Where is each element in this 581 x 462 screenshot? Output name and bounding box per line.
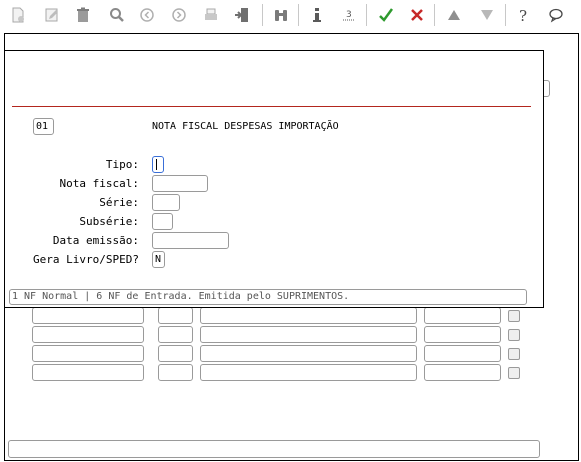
toolbar-separator	[505, 4, 506, 26]
subserie-label: Subsérie:	[79, 215, 139, 228]
grid-cell[interactable]	[32, 364, 144, 381]
text-format-icon[interactable]: 3	[338, 4, 360, 26]
row-checkbox[interactable]	[508, 310, 520, 322]
new-doc-icon[interactable]	[7, 4, 29, 26]
grid-cell[interactable]	[200, 307, 417, 324]
grid-cell[interactable]	[424, 326, 501, 343]
grid-cell[interactable]	[424, 345, 501, 362]
serie-label: Série:	[99, 196, 139, 209]
help-icon[interactable]: ?	[513, 4, 535, 26]
print-icon[interactable]	[200, 4, 222, 26]
tipo-field[interactable]	[152, 156, 164, 173]
toolbar-separator	[298, 4, 299, 26]
status-line: 1 NF Normal | 6 NF de Entrada. Emitida p…	[9, 289, 527, 305]
next-record-icon[interactable]	[168, 4, 190, 26]
grid-cell[interactable]	[424, 307, 501, 324]
grid-cell[interactable]	[158, 326, 193, 343]
toolbar: 3 ?	[0, 0, 581, 32]
trash-icon[interactable]	[72, 4, 94, 26]
record-code: 01	[33, 118, 54, 135]
grid-cell[interactable]	[424, 364, 501, 381]
chat-icon[interactable]	[545, 4, 567, 26]
exit-door-icon[interactable]	[231, 4, 253, 26]
svg-text:3: 3	[346, 10, 352, 20]
prev-record-icon[interactable]	[136, 4, 158, 26]
binoculars-icon[interactable]	[270, 4, 292, 26]
subserie-field[interactable]	[152, 213, 173, 230]
tipo-label: Tipo:	[105, 158, 139, 171]
grid-cell[interactable]	[200, 345, 417, 362]
nota-fiscal-dialog: 01 NOTA FISCAL DESPESAS IMPORTAÇÃO Tipo:…	[4, 50, 544, 308]
grid-cell[interactable]	[32, 307, 144, 324]
nota-fiscal-field[interactable]	[152, 175, 208, 192]
toolbar-separator	[262, 4, 263, 26]
grid-cell[interactable]	[32, 326, 144, 343]
gera-livro-label: Gera Livro/SPED?	[33, 253, 139, 266]
dialog-title: NOTA FISCAL DESPESAS IMPORTAÇÃO	[152, 121, 339, 132]
grid-cell[interactable]	[32, 345, 144, 362]
row-checkbox[interactable]	[508, 367, 520, 379]
grid-cell[interactable]	[158, 364, 193, 381]
data-emissao-label: Data emissão:	[52, 234, 139, 247]
gera-livro-field[interactable]: N	[152, 251, 165, 268]
header-divider	[12, 106, 531, 107]
svg-text:?: ?	[519, 7, 527, 23]
text-caret	[156, 159, 157, 170]
serie-field[interactable]	[152, 194, 180, 211]
grid-cell[interactable]	[158, 307, 193, 324]
confirm-check-icon[interactable]	[375, 4, 397, 26]
row-checkbox[interactable]	[508, 348, 520, 360]
edit-pencil-icon[interactable]	[41, 4, 63, 26]
nota-fiscal-label: Nota fiscal:	[59, 177, 139, 190]
search-icon[interactable]	[106, 4, 128, 26]
move-up-icon[interactable]	[443, 4, 465, 26]
bottom-message-bar	[8, 440, 540, 458]
toolbar-separator	[366, 4, 367, 26]
grid-cell[interactable]	[200, 364, 417, 381]
grid-cell[interactable]	[158, 345, 193, 362]
grid-cell[interactable]	[200, 326, 417, 343]
toolbar-separator	[434, 4, 435, 26]
move-down-icon[interactable]	[476, 4, 498, 26]
cancel-x-icon[interactable]	[406, 4, 428, 26]
row-checkbox[interactable]	[508, 329, 520, 341]
info-icon[interactable]	[306, 4, 328, 26]
data-emissao-field[interactable]	[152, 232, 229, 249]
